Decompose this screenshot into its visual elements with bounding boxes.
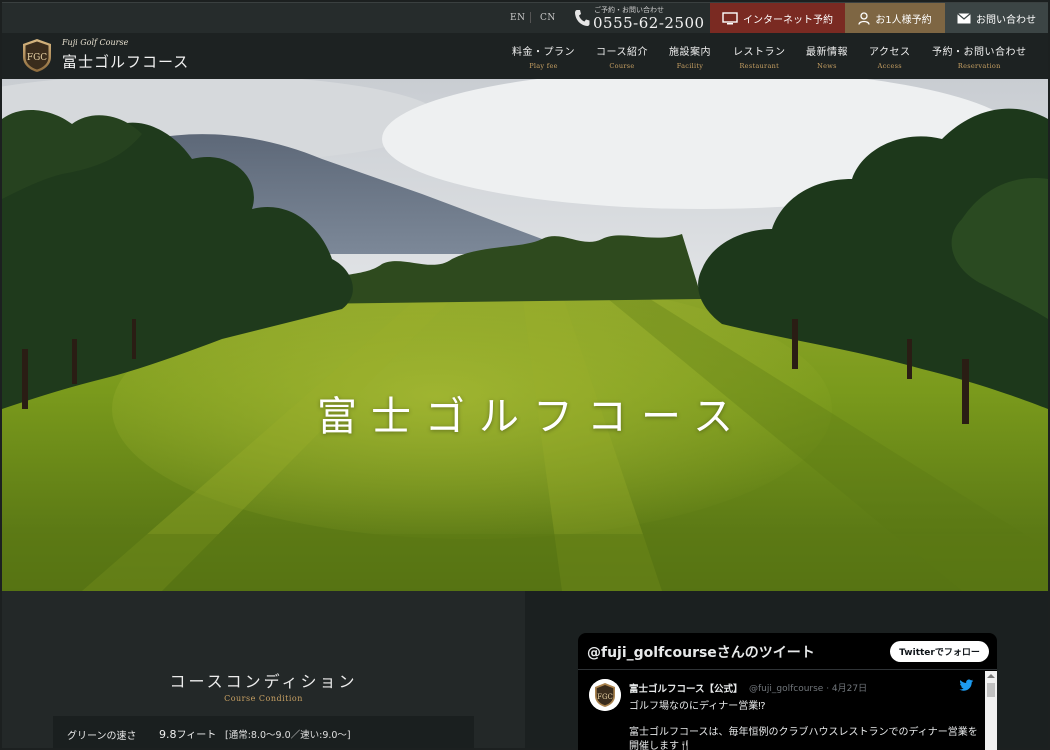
nav-sublabel: News (817, 62, 837, 70)
nav-label: アクセス (869, 47, 911, 58)
twitter-widget-header: @fuji_golfcourseさんのツイート Twitterでフォロー (578, 633, 997, 670)
twitter-timeline-widget[interactable]: @fuji_golfcourseさんのツイート Twitterでフォロー FGC… (578, 633, 997, 750)
tweet-text-line: 富士ゴルフコースは、毎年恒例のクラブハウスレストランでのディナー営業を (629, 727, 978, 738)
language-en-link[interactable]: EN (510, 13, 525, 23)
main-header: FGC Fuji Golf Course 富士ゴルフコース 料金・プラン Pla… (2, 33, 1048, 79)
language-divider (530, 12, 531, 23)
nav-play-fee[interactable]: 料金・プラン Play fee (512, 43, 575, 70)
tweet-account-name[interactable]: 富士ゴルフコース【公式】 (629, 681, 743, 695)
twitter-widget-heading[interactable]: @fuji_golfcourseさんのツイート (587, 642, 815, 662)
course-condition-section: コースコンディション Course Condition グリーンの速さ 9.8フ… (2, 591, 525, 748)
nav-label: 予約・お問い合わせ (932, 47, 1027, 58)
green-speed-label: グリーンの速さ (67, 731, 137, 742)
site-logo-name[interactable]: 富士ゴルフコース (62, 51, 189, 72)
nav-label: レストラン (733, 47, 786, 58)
nav-news[interactable]: 最新情報 News (806, 43, 848, 70)
hero-video: 富士ゴルフコース (2, 79, 1048, 591)
scroll-up-arrow-icon[interactable] (987, 674, 995, 678)
nav-facility[interactable]: 施設案内 Facility (669, 43, 711, 70)
twitter-bird-icon[interactable] (958, 679, 974, 693)
nav-sublabel: Play fee (529, 62, 558, 70)
nav-sublabel: Facility (676, 62, 704, 70)
hero-landscape-image (2, 79, 1048, 591)
fgc-logo-icon[interactable]: FGC (21, 38, 53, 73)
utility-bar: EN CN ご予約・お問い合わせ 0555-62-2500 インターネット予約 … (2, 2, 1048, 34)
nav-sublabel: Course (609, 62, 635, 70)
phone-icon (575, 10, 590, 26)
fgc-avatar-logo-icon: FGC (589, 679, 621, 711)
course-condition-subtitle: Course Condition (224, 694, 303, 703)
nav-course[interactable]: コース紹介 Course (596, 43, 648, 70)
tweet-handle-date[interactable]: @fuji_golfcourse · 4月27日 (749, 681, 867, 694)
green-speed-row: グリーンの速さ 9.8フィート [通常:8.0〜9.0／速い:9.0〜] (53, 716, 474, 748)
internet-booking-label: インターネット予約 (743, 15, 833, 26)
logo-badge-text: FGC (27, 53, 47, 63)
monitor-icon (722, 12, 738, 25)
nav-sublabel: Reservation (957, 62, 1001, 70)
twitter-follow-button[interactable]: Twitterでフォロー (890, 641, 989, 662)
nav-label: 最新情報 (806, 47, 848, 58)
tweet-text-line: ゴルフ場なのにディナー営業⁉ (629, 701, 766, 712)
nav-sublabel: Restaurant (739, 62, 780, 70)
tweet-avatar[interactable]: FGC (589, 679, 621, 711)
nav-restaurant[interactable]: レストラン Restaurant (733, 43, 786, 70)
solo-booking-label: お1人様予約 (875, 15, 932, 26)
green-speed-unit: フィート (176, 730, 217, 741)
logo-subtitle: Fuji Golf Course (62, 38, 129, 47)
green-speed-number: 9.8 (159, 728, 177, 741)
phone-number[interactable]: 0555-62-2500 (593, 14, 705, 32)
green-speed-note: [通常:8.0〜9.0／速い:9.0〜] (225, 730, 351, 741)
internet-booking-button[interactable]: インターネット予約 (710, 3, 845, 34)
person-icon (858, 12, 870, 25)
nav-label: 施設案内 (669, 47, 711, 58)
avatar-text: FGC (597, 693, 613, 701)
scrollbar-thumb[interactable] (987, 683, 995, 697)
hero-title: 富士ゴルフコース (317, 394, 747, 440)
contact-label: お問い合わせ (976, 15, 1036, 26)
contact-button[interactable]: お問い合わせ (945, 3, 1048, 34)
course-condition-title: コースコンディション (169, 672, 358, 691)
nav-access[interactable]: アクセス Access (869, 43, 911, 70)
nav-label: 料金・プラン (512, 47, 575, 58)
solo-booking-button[interactable]: お1人様予約 (845, 3, 945, 34)
green-speed-value: 9.8フィート (159, 726, 216, 741)
nav-sublabel: Access (877, 62, 902, 70)
language-cn-link[interactable]: CN (540, 13, 556, 23)
nav-reservation[interactable]: 予約・お問い合わせ Reservation (932, 43, 1027, 70)
twitter-scrollbar[interactable] (985, 671, 997, 750)
nav-label: コース紹介 (596, 47, 648, 58)
mail-icon (957, 13, 971, 24)
tweet-text-line: 開催します🍴 (629, 741, 692, 750)
